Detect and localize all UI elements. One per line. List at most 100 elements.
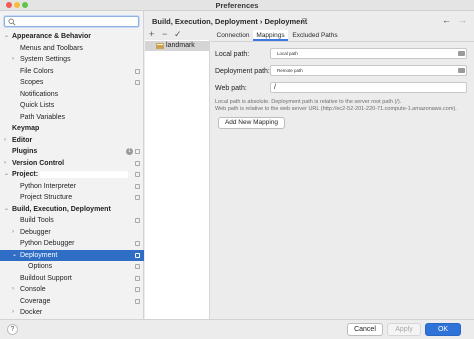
sidebar-item[interactable]: Notifications — [0, 89, 144, 101]
sidebar-item[interactable]: Options — [0, 261, 144, 273]
project-level-icon — [135, 80, 140, 85]
sidebar-item-label: Appearance & Behavior — [12, 33, 91, 40]
project-level-icon — [135, 68, 140, 74]
chevron-right-icon[interactable]: › — [4, 158, 6, 170]
sidebar-item[interactable]: Build Tools — [0, 215, 144, 227]
chevron-right-icon[interactable]: › — [4, 135, 6, 147]
sidebar-item-label: Keymap — [12, 125, 40, 132]
sidebar-item[interactable]: Scopes — [0, 77, 144, 89]
deployment-path-value: Remote path — [277, 68, 303, 73]
window-title: Preferences — [215, 1, 259, 10]
project-level-icon — [135, 264, 140, 269]
sidebar-item[interactable]: Coverage — [0, 296, 144, 308]
web-path-value: / — [274, 84, 276, 91]
web-path-label: Web path: — [215, 85, 247, 92]
project-level-icon — [135, 287, 140, 292]
deployment-path-label: Deployment path: — [215, 68, 270, 75]
sidebar-item-label: File Colors — [20, 67, 54, 75]
folder-icon[interactable] — [458, 51, 465, 56]
sidebar-item-label: System Settings — [20, 56, 71, 63]
arrow-right-icon[interactable]: → — [458, 15, 467, 25]
search-input[interactable] — [4, 16, 139, 27]
project-level-icon — [135, 172, 140, 177]
help-button[interactable]: ? — [7, 324, 18, 335]
sidebar-item-label: Quick Lists — [20, 102, 55, 109]
chevron-down-icon[interactable]: ⌄ — [4, 31, 9, 43]
sidebar-item[interactable]: ⌄ Deployment — [0, 249, 144, 262]
sidebar-item[interactable]: Menus and Toolbars — [0, 43, 144, 55]
sidebar-item-label: Plugins — [12, 148, 38, 155]
arrow-left-icon[interactable]: ← — [442, 15, 451, 25]
sidebar-item[interactable]: Buildout Support — [0, 273, 144, 285]
sidebar-item[interactable]: Project Structure — [0, 192, 144, 204]
project-level-icon — [135, 298, 140, 304]
sidebar-item[interactable]: Keymap — [0, 123, 144, 135]
ok-button[interactable]: OK — [425, 323, 461, 336]
server-toolbar: + − ✓ — [145, 29, 210, 40]
sidebar-item-label: Options — [28, 263, 53, 270]
project-name-field — [40, 171, 128, 178]
local-path-field[interactable]: Local path — [270, 48, 467, 59]
sidebar-item-label: Notifications — [20, 90, 59, 98]
update-count-badge: 1 — [126, 148, 133, 155]
sidebar-item[interactable]: Quick Lists — [0, 100, 144, 112]
path-hint-line-1: Local path is absolute. Deployment path … — [215, 99, 402, 105]
sidebar-item[interactable]: Path Variables — [0, 112, 144, 124]
sidebar-item-label: Menus and Toolbars — [20, 44, 83, 52]
sidebar-item[interactable]: › System Settings — [0, 54, 144, 66]
sidebar-item-label: Console — [20, 286, 46, 293]
project-level-icon — [135, 275, 140, 281]
chevron-down-icon[interactable]: ⌄ — [12, 250, 17, 262]
sidebar-item[interactable]: ⌄ Appearance & Behavior — [0, 31, 144, 43]
sidebar-item[interactable]: ⌄ Project: — [0, 169, 144, 181]
project-settings-icon — [302, 18, 307, 23]
sidebar-item[interactable]: › Debugger — [0, 227, 144, 239]
project-level-icon — [135, 160, 140, 166]
sftp-server-icon — [156, 43, 164, 49]
add-new-mapping-button[interactable]: Add New Mapping — [218, 117, 285, 129]
sidebar-item-label: Build, Execution, Deployment — [12, 205, 111, 213]
project-level-icon — [135, 149, 140, 154]
sidebar-item-label: Python Debugger — [20, 240, 75, 247]
folder-icon[interactable] — [458, 68, 465, 73]
sidebar-item[interactable]: File Colors — [0, 66, 144, 78]
sidebar-item-label: Scopes — [20, 79, 44, 86]
sidebar-item[interactable]: › Console — [0, 284, 144, 296]
sidebar-item[interactable]: Python Interpreter — [0, 181, 144, 193]
add-server-icon[interactable]: + — [149, 29, 154, 40]
sidebar-item-label: Debugger — [20, 228, 51, 236]
cancel-button[interactable]: Cancel — [347, 323, 383, 336]
tab-excluded-paths[interactable]: Excluded Paths — [290, 30, 340, 41]
apply-button[interactable]: Apply — [387, 323, 421, 336]
chevron-right-icon[interactable]: › — [12, 284, 14, 296]
chevron-down-icon[interactable]: ⌄ — [4, 204, 9, 216]
sidebar-item-label: Project Structure — [20, 194, 73, 201]
deployment-path-field[interactable]: Remote path — [270, 65, 467, 76]
search-icon — [8, 18, 16, 26]
web-path-field[interactable]: / — [270, 82, 467, 93]
project-level-icon — [135, 241, 140, 246]
set-default-server-icon[interactable]: ✓ — [174, 29, 182, 40]
tab-connection[interactable]: Connection — [214, 30, 252, 41]
sidebar-item[interactable]: ⌄ Build, Execution, Deployment — [0, 204, 144, 216]
project-level-icon — [135, 218, 140, 223]
dialog-footer: ? Cancel Apply OK — [0, 319, 474, 339]
remove-server-icon[interactable]: − — [162, 29, 167, 40]
title-bar: Preferences — [0, 0, 474, 11]
sidebar-item[interactable]: › Docker — [0, 307, 144, 319]
local-path-value: Local path — [277, 51, 298, 56]
chevron-right-icon[interactable]: › — [12, 227, 14, 239]
server-name: landmark — [166, 42, 195, 49]
server-list-item[interactable]: landmark — [145, 41, 210, 51]
sidebar-item[interactable]: › Editor — [0, 135, 144, 147]
sidebar-item[interactable]: › Version Control — [0, 158, 144, 170]
chevron-right-icon[interactable]: › — [12, 54, 14, 66]
path-hint-line-2: Web path is relative to the web server U… — [215, 106, 457, 112]
sidebar-item-label: Deployment — [20, 251, 58, 259]
sidebar-item-label: Coverage — [20, 297, 51, 305]
chevron-down-icon[interactable]: ⌄ — [4, 169, 9, 181]
chevron-right-icon[interactable]: › — [12, 307, 14, 319]
sidebar-item[interactable]: Python Debugger — [0, 238, 144, 250]
sidebar-item[interactable]: Plugins 1 — [0, 146, 144, 158]
tab-mappings[interactable]: Mappings — [253, 30, 288, 41]
